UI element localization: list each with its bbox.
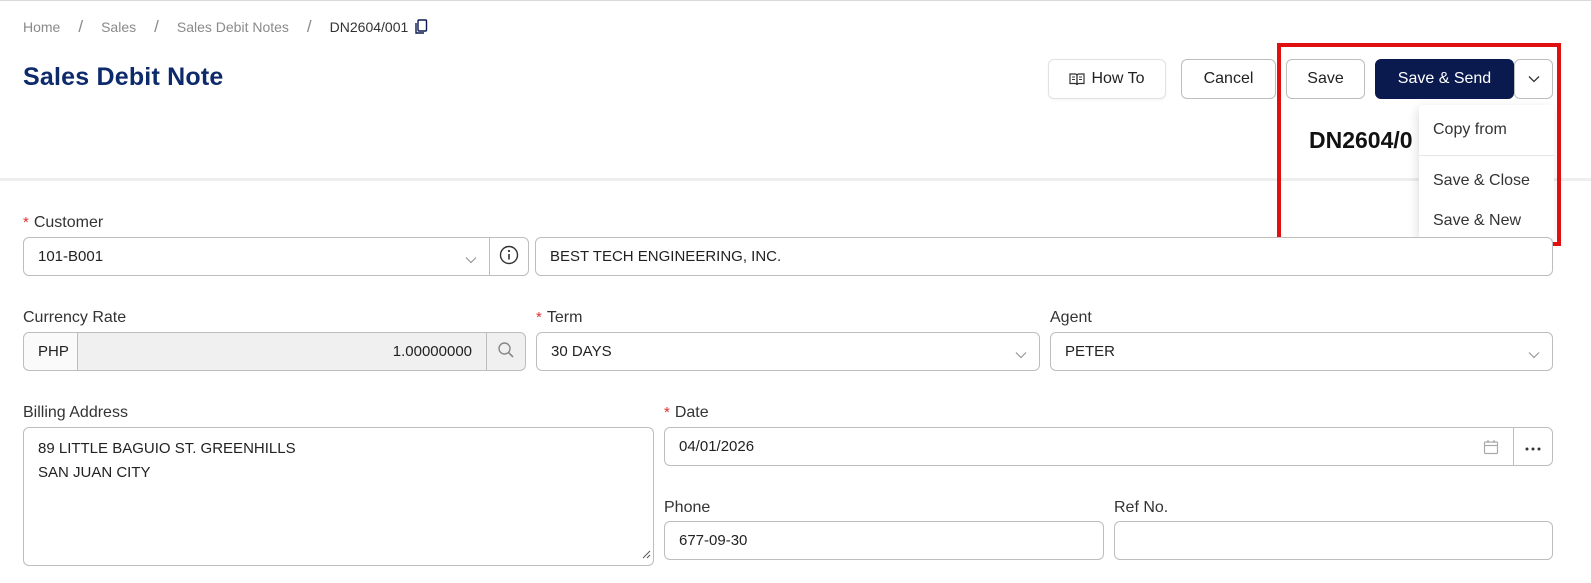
billing-address-line: 89 LITTLE BAGUIO ST. GREENHILLS — [38, 440, 296, 457]
breadcrumb-separator: / — [78, 17, 84, 36]
billing-address-line: SAN JUAN CITY — [38, 464, 151, 481]
date-more-options-button[interactable] — [1513, 427, 1553, 466]
chevron-down-icon — [1528, 70, 1540, 88]
how-to-button[interactable]: How To — [1048, 59, 1166, 99]
calendar-icon[interactable] — [1483, 439, 1499, 459]
currency-rate-value: 1.00000000 — [392, 343, 472, 360]
menu-item-save-and-new[interactable]: Save & New — [1433, 212, 1521, 230]
document-number: DN2604/0 — [1309, 127, 1413, 153]
phone-value: 677-09-30 — [679, 532, 748, 549]
currency-code-field: PHP — [23, 332, 78, 371]
term-value: 30 DAYS — [551, 343, 612, 360]
save-button[interactable]: Save — [1286, 59, 1365, 99]
search-icon — [497, 341, 515, 363]
how-to-label: How To — [1091, 70, 1145, 87]
term-select[interactable]: 30 DAYS — [536, 332, 1040, 371]
page-title: Sales Debit Note — [23, 63, 224, 91]
copy-icon[interactable] — [414, 19, 428, 35]
agent-value: PETER — [1065, 343, 1116, 360]
breadcrumb-current: DN2604/001 — [329, 19, 409, 35]
date-value: 04/01/2026 — [679, 438, 755, 455]
customer-name-value: BEST TECH ENGINEERING, INC. — [550, 248, 782, 265]
cancel-button[interactable]: Cancel — [1181, 59, 1276, 99]
more-save-options-button[interactable] — [1514, 59, 1553, 99]
term-label: * Term — [536, 309, 583, 326]
menu-item-save-and-close[interactable]: Save & Close — [1433, 172, 1530, 190]
chevron-down-icon — [1528, 346, 1540, 363]
menu-item-copy-from[interactable]: Copy from — [1433, 121, 1507, 139]
breadcrumb-separator: / — [306, 17, 312, 36]
menu-divider — [1419, 155, 1554, 156]
chevron-down-icon — [465, 251, 477, 268]
billing-address-label: Billing Address — [23, 404, 128, 421]
ref-no-input[interactable] — [1114, 521, 1553, 560]
phone-input[interactable]: 677-09-30 — [664, 521, 1104, 560]
info-icon — [499, 245, 519, 269]
chevron-down-icon — [1015, 346, 1027, 363]
resize-handle-icon[interactable] — [641, 546, 651, 563]
billing-address-textarea[interactable]: 89 LITTLE BAGUIO ST. GREENHILLS SAN JUAN… — [23, 427, 654, 566]
customer-name-field[interactable]: BEST TECH ENGINEERING, INC. — [535, 237, 1553, 276]
breadcrumb-sales[interactable]: Sales — [101, 19, 136, 35]
book-icon — [1069, 72, 1086, 86]
customer-info-button[interactable] — [489, 237, 529, 276]
currency-rate-search-button[interactable] — [486, 332, 526, 371]
currency-code-value: PHP — [38, 343, 69, 360]
currency-rate-label: Currency Rate — [23, 309, 127, 326]
top-border — [0, 0, 1591, 1]
ellipsis-icon — [1525, 438, 1541, 455]
save-options-menu: Copy from Save & Close Save & New — [1419, 105, 1554, 239]
breadcrumb: Home / Sales / Sales Debit Notes / DN260… — [23, 17, 428, 37]
save-and-send-button[interactable]: Save & Send — [1375, 59, 1514, 99]
phone-label: Phone — [664, 499, 711, 516]
date-input[interactable]: 04/01/2026 — [664, 427, 1514, 466]
agent-select[interactable]: PETER — [1050, 332, 1553, 371]
section-divider — [0, 178, 1591, 181]
breadcrumb-sales-debit-notes[interactable]: Sales Debit Notes — [177, 19, 289, 35]
customer-label: * Customer — [23, 214, 104, 231]
customer-code-value: 101-B001 — [38, 248, 104, 265]
currency-rate-input[interactable]: 1.00000000 — [77, 332, 487, 371]
agent-label: Agent — [1050, 309, 1092, 326]
date-label: * Date — [664, 404, 709, 421]
customer-code-select[interactable]: 101-B001 — [23, 237, 490, 276]
breadcrumb-separator: / — [154, 17, 159, 36]
breadcrumb-home[interactable]: Home — [23, 19, 60, 35]
ref-no-label: Ref No. — [1114, 499, 1169, 516]
